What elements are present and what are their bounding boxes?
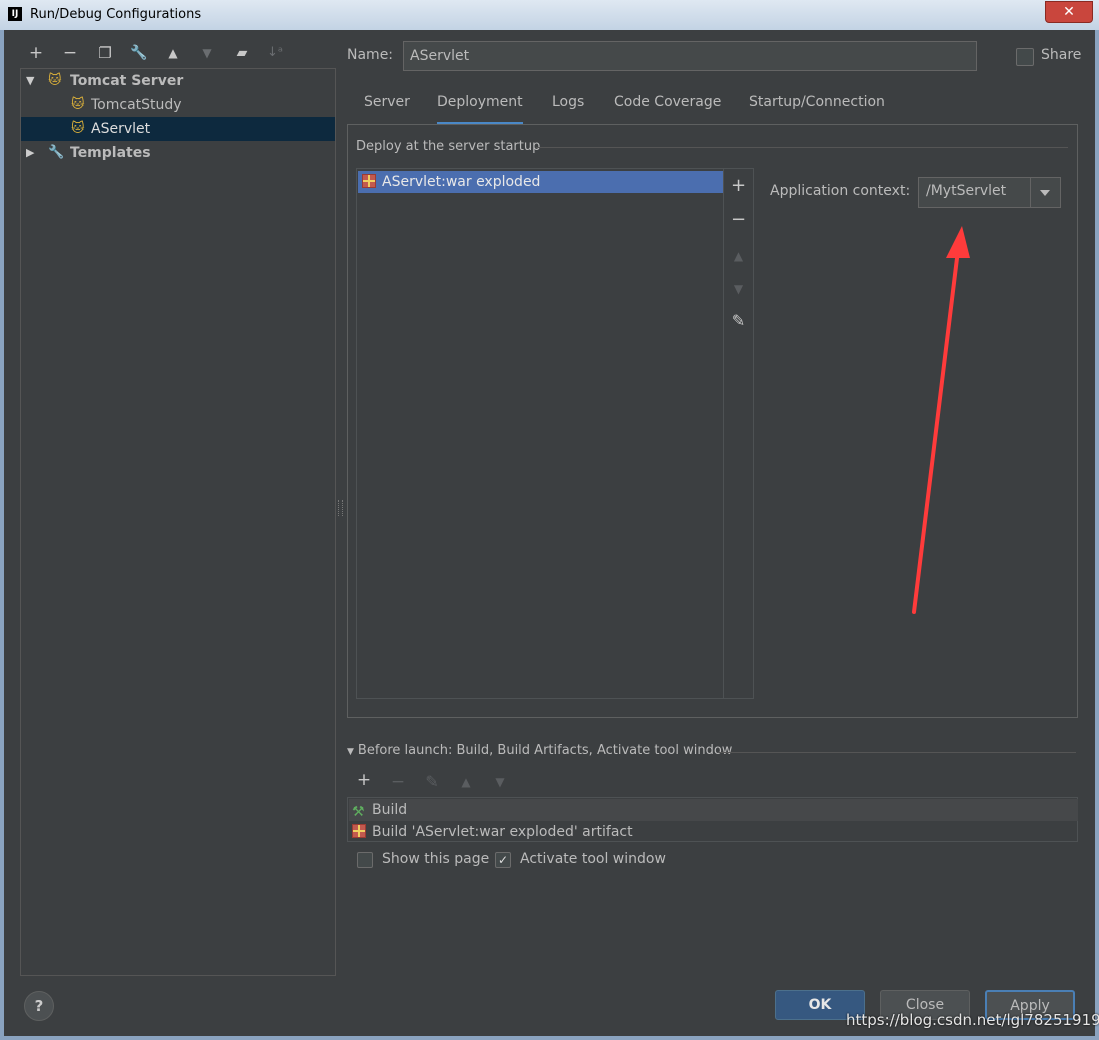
collapse-triangle-icon[interactable]: ▼ <box>347 747 354 757</box>
remove-task-icon[interactable]: − <box>386 770 410 794</box>
help-button[interactable]: ? <box>24 991 54 1021</box>
show-this-page-label: Show this page <box>382 851 490 867</box>
annotation-arrow <box>912 226 970 614</box>
hammer-icon: ⚒ <box>352 804 365 820</box>
edit-task-icon[interactable]: ✎ <box>420 770 444 794</box>
artifact-icon <box>352 824 366 838</box>
list-item[interactable]: Build 'AServlet:war exploded' artifact <box>349 821 1078 843</box>
activate-tool-window-label: Activate tool window <box>520 851 666 867</box>
list-item[interactable]: ⚒ Build <box>349 799 1078 821</box>
move-down-icon[interactable]: ▼ <box>488 770 512 794</box>
move-up-icon[interactable]: ▲ <box>454 770 478 794</box>
show-this-page-checkbox[interactable] <box>357 852 373 868</box>
add-task-icon[interactable]: + <box>352 770 376 794</box>
task-label: Build 'AServlet:war exploded' artifact <box>372 824 633 840</box>
activate-tool-window-checkbox[interactable]: ✓ <box>495 852 511 868</box>
watermark-text: https://blog.csdn.net/lgl782519197 <box>846 1011 1099 1029</box>
section-divider <box>718 752 1076 753</box>
before-launch-header[interactable]: ▼ Before launch: Build, Build Artifacts, … <box>347 743 732 758</box>
before-launch-task-list: ⚒ Build Build 'AServlet:war exploded' art… <box>347 797 1078 842</box>
task-label: Build <box>372 802 408 818</box>
before-launch-title: Before launch: Build, Build Artifacts, A… <box>357 743 733 758</box>
